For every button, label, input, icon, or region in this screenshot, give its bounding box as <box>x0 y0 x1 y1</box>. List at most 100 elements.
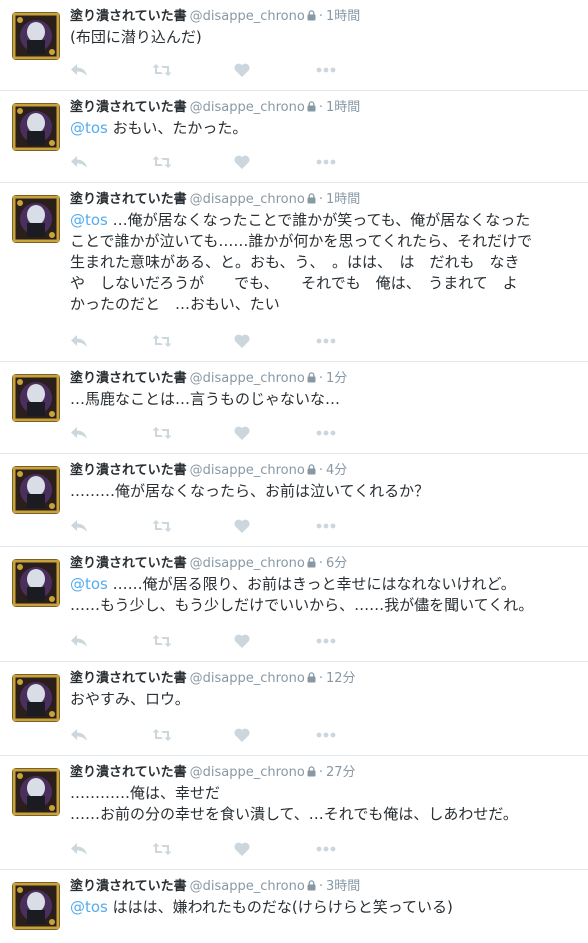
reply-button[interactable] <box>70 333 152 349</box>
avatar[interactable] <box>12 882 60 930</box>
retweet-button[interactable] <box>152 62 234 78</box>
retweet-icon <box>152 842 172 856</box>
like-button[interactable] <box>234 727 316 743</box>
screenname[interactable]: @disappe_chrono <box>190 671 305 686</box>
reply-button[interactable] <box>70 727 152 743</box>
reply-button[interactable] <box>70 518 152 534</box>
timestamp[interactable]: 3時間 <box>326 879 360 894</box>
timestamp[interactable]: 1時間 <box>326 100 360 115</box>
tweet[interactable]: 塗り潰されていた書 @disappe_chrono · 1時間 @tos おもい、たか… <box>0 91 588 183</box>
avatar[interactable] <box>12 466 60 514</box>
fullname[interactable]: 塗り潰されていた書 <box>70 463 187 478</box>
avatar[interactable] <box>12 195 60 243</box>
more-button[interactable] <box>316 425 398 441</box>
retweet-button[interactable] <box>152 841 234 857</box>
like-button[interactable] <box>234 841 316 857</box>
tweet[interactable]: 塗り潰されていた書 @disappe_chrono · 1時間 @tos …俺が居なく… <box>0 183 588 362</box>
tweet-body: ………俺が居なくなったら、お前は泣いてくれるか？ <box>70 482 430 500</box>
timestamp[interactable]: 1時間 <box>326 9 360 24</box>
tweet-actions <box>70 62 398 78</box>
mention-link[interactable]: @tos <box>70 119 108 137</box>
tweet[interactable]: 塗り潰されていた書 @disappe_chrono · 6分 @tos ……俺が居る限… <box>0 547 588 662</box>
retweet-icon <box>152 63 172 77</box>
like-button[interactable] <box>234 633 316 649</box>
screenname[interactable]: @disappe_chrono <box>190 100 305 115</box>
more-button[interactable] <box>316 633 398 649</box>
more-button[interactable] <box>316 62 398 78</box>
tweet-text: @tos …俺が居なくなったことで誰かが笑っても、俺が居なくなった ことで誰かが… <box>70 210 576 315</box>
tweet-body: …馬鹿なことは…言うものじゃないな… <box>70 390 341 408</box>
screenname[interactable]: @disappe_chrono <box>190 765 305 780</box>
more-icon <box>316 732 336 738</box>
like-button[interactable] <box>234 518 316 534</box>
more-button[interactable] <box>316 333 398 349</box>
fullname[interactable]: 塗り潰されていた書 <box>70 879 187 894</box>
reply-button[interactable] <box>70 841 152 857</box>
reply-button[interactable] <box>70 62 152 78</box>
retweet-button[interactable] <box>152 425 234 441</box>
screenname[interactable]: @disappe_chrono <box>190 556 305 571</box>
tweet-body: (布団に潜り込んだ) <box>70 28 202 46</box>
fullname[interactable]: 塗り潰されていた書 <box>70 9 187 24</box>
more-icon <box>316 846 336 852</box>
fullname[interactable]: 塗り潰されていた書 <box>70 671 187 686</box>
timestamp[interactable]: 4分 <box>326 463 347 478</box>
retweet-button[interactable] <box>152 633 234 649</box>
avatar[interactable] <box>12 374 60 422</box>
screenname[interactable]: @disappe_chrono <box>190 371 305 386</box>
tweet-body: おやすみ、ロウ。 <box>70 690 190 708</box>
like-button[interactable] <box>234 333 316 349</box>
more-button[interactable] <box>316 154 398 170</box>
avatar[interactable] <box>12 12 60 60</box>
avatar[interactable] <box>12 674 60 722</box>
timestamp[interactable]: 27分 <box>326 765 356 780</box>
tweet-body: …俺が居なくなったことで誰かが笑っても、俺が居なくなった ことで誰かが泣いても…… <box>70 211 533 313</box>
more-button[interactable] <box>316 727 398 743</box>
tweet-text: @tos ははは、嫌われたものだな(けらけらと笑っている) <box>70 897 576 918</box>
fullname[interactable]: 塗り潰されていた書 <box>70 556 187 571</box>
tweet[interactable]: 塗り潰されていた書 @disappe_chrono · 3時間 @tos ははは、嫌わ… <box>0 870 588 943</box>
mention-link[interactable]: @tos <box>70 211 108 229</box>
screenname[interactable]: @disappe_chrono <box>190 192 305 207</box>
reply-icon <box>70 155 88 169</box>
tweet[interactable]: 塗り潰されていた書 @disappe_chrono · 12分 おやすみ、ロウ。 <box>0 662 588 756</box>
tweet-body: おもい、たかった。 <box>107 119 248 137</box>
fullname[interactable]: 塗り潰されていた書 <box>70 371 187 386</box>
fullname[interactable]: 塗り潰されていた書 <box>70 765 187 780</box>
tweet-text: (布団に潜り込んだ) <box>70 27 576 48</box>
mention-link[interactable]: @tos <box>70 575 108 593</box>
screenname[interactable]: @disappe_chrono <box>190 879 305 894</box>
separator: · <box>318 556 323 571</box>
avatar[interactable] <box>12 768 60 816</box>
retweet-button[interactable] <box>152 333 234 349</box>
timestamp[interactable]: 1分 <box>326 371 347 386</box>
timestamp[interactable]: 6分 <box>326 556 347 571</box>
avatar[interactable] <box>12 559 60 607</box>
mention-link[interactable]: @tos <box>70 898 108 916</box>
more-button[interactable] <box>316 841 398 857</box>
retweet-button[interactable] <box>152 727 234 743</box>
timestamp[interactable]: 12分 <box>326 671 356 686</box>
lock-icon <box>307 192 316 210</box>
fullname[interactable]: 塗り潰されていた書 <box>70 100 187 115</box>
like-button[interactable] <box>234 425 316 441</box>
tweet[interactable]: 塗り潰されていた書 @disappe_chrono · 1時間 (布団に潜り込んだ) <box>0 0 588 91</box>
like-button[interactable] <box>234 62 316 78</box>
tweet[interactable]: 塗り潰されていた書 @disappe_chrono · 4分 ………俺が居なくなったら… <box>0 454 588 547</box>
reply-button[interactable] <box>70 154 152 170</box>
like-button[interactable] <box>234 154 316 170</box>
timestamp[interactable]: 1時間 <box>326 192 360 207</box>
screenname[interactable]: @disappe_chrono <box>190 9 305 24</box>
screenname[interactable]: @disappe_chrono <box>190 463 305 478</box>
tweet[interactable]: 塗り潰されていた書 @disappe_chrono · 27分 …………俺は、幸せだ … <box>0 756 588 870</box>
tweet-body: ……俺が居る限り、お前はきっと幸せにはなれないけれど。 ……もう少し、もう少しだ… <box>70 575 534 614</box>
separator: · <box>318 879 323 894</box>
tweet[interactable]: 塗り潰されていた書 @disappe_chrono · 1分 …馬鹿なことは…言うもの… <box>0 362 588 454</box>
reply-button[interactable] <box>70 425 152 441</box>
fullname[interactable]: 塗り潰されていた書 <box>70 192 187 207</box>
reply-button[interactable] <box>70 633 152 649</box>
retweet-button[interactable] <box>152 154 234 170</box>
retweet-button[interactable] <box>152 518 234 534</box>
more-button[interactable] <box>316 518 398 534</box>
avatar[interactable] <box>12 103 60 151</box>
